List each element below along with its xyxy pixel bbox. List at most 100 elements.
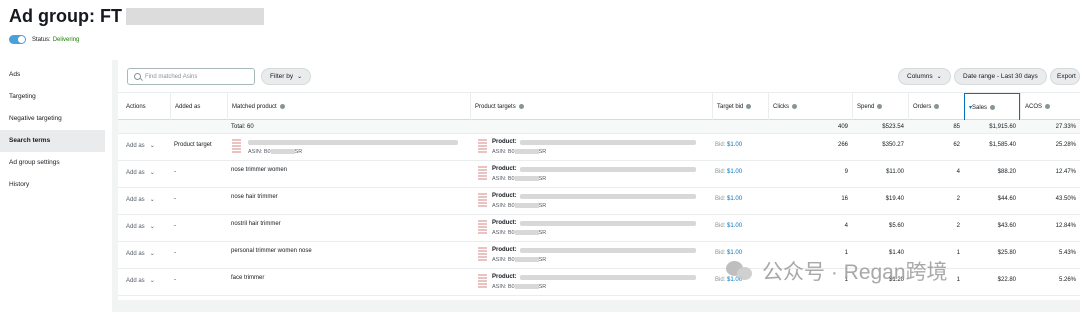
- sidebar-item-ads[interactable]: Ads: [0, 64, 105, 86]
- sales-cell: $88.20: [997, 169, 1016, 175]
- info-icon: [746, 103, 752, 109]
- export-button[interactable]: Export: [1050, 68, 1080, 85]
- chevron-down-icon: ⌄: [149, 143, 155, 149]
- redacted-name-block: [125, 8, 264, 25]
- product-label: Product:: [492, 274, 517, 280]
- add-as-dropdown[interactable]: Add as ⌄: [126, 277, 155, 284]
- sales-cell: $25.80: [997, 250, 1016, 256]
- watermark: 公众号 · Regan跨境: [726, 256, 948, 286]
- added-as-cell: -: [174, 250, 176, 256]
- orders-cell: 4: [956, 169, 960, 175]
- product-thumbnail: [232, 139, 241, 153]
- add-as-dropdown[interactable]: Add as ⌄: [126, 250, 155, 257]
- redacted-product-title: [248, 140, 458, 145]
- matched-asin: ASIN: B0 SR: [248, 149, 303, 155]
- status-label: Status:: [32, 36, 51, 43]
- header-target-bid[interactable]: Target bid: [712, 93, 768, 121]
- search-icon: [134, 73, 141, 80]
- watermark-text: 公众号 · Regan跨境: [762, 261, 948, 284]
- clicks-cell: 266: [837, 142, 848, 148]
- redacted-product-title: [520, 140, 696, 145]
- totals-clicks: 409: [837, 124, 848, 130]
- target-asin: ASIN: B0 SR: [492, 203, 547, 209]
- target-asin: ASIN: B0 SR: [492, 257, 547, 263]
- header-acos[interactable]: ACOS: [1020, 93, 1080, 121]
- header-sales[interactable]: ▾Sales: [964, 93, 1020, 121]
- totals-spend: $523.54: [882, 124, 904, 130]
- sales-cell: $44.60: [997, 196, 1016, 202]
- columns-label: Columns: [907, 73, 933, 80]
- clicks-cell: 9: [844, 169, 848, 175]
- page-title-text: Ad group: FT: [9, 6, 122, 26]
- acos-cell: 5.26%: [1058, 277, 1076, 283]
- add-as-dropdown[interactable]: Add as ⌄: [126, 169, 155, 176]
- chevron-down-icon: ⌄: [149, 251, 155, 257]
- acos-cell: 43.50%: [1055, 196, 1076, 202]
- date-range-label: Date range - Last 30 days: [963, 73, 1038, 80]
- spend-cell: $5.60: [888, 223, 904, 229]
- target-asin: ASIN: B0 SR: [492, 284, 547, 290]
- added-as-cell: -: [174, 223, 176, 229]
- info-icon: [518, 103, 524, 109]
- header-product-targets[interactable]: Product targets: [470, 93, 712, 121]
- sales-cell: $1,585.40: [989, 142, 1016, 148]
- target-bid[interactable]: Bid: $1.00: [715, 223, 742, 229]
- sidebar-item-negative-targeting[interactable]: Negative targeting: [0, 108, 105, 130]
- chevron-down-icon: ⌄: [936, 74, 942, 80]
- product-thumbnail: [478, 193, 487, 207]
- orders-cell: 2: [956, 223, 960, 229]
- matched-search-term: nostril hair trimmer: [231, 221, 281, 227]
- sidebar-item-targeting[interactable]: Targeting: [0, 86, 105, 108]
- acos-cell: 5.43%: [1058, 250, 1076, 256]
- product-thumbnail: [478, 139, 487, 153]
- date-range-button[interactable]: Date range - Last 30 days: [954, 68, 1047, 85]
- wechat-logo-icon: [726, 258, 756, 284]
- search-input[interactable]: Find matched Asins: [127, 68, 255, 85]
- matched-search-term: personal trimmer women nose: [231, 248, 312, 254]
- table-row: Add as ⌄ - nose hair trimmer Product: ASIN: B…: [118, 188, 1080, 215]
- acos-cell: 12.47%: [1055, 169, 1076, 175]
- table-row: Add as ⌄ Product target ASIN: B0 SR Product: A…: [118, 134, 1080, 161]
- spend-cell: $19.40: [885, 196, 904, 202]
- add-as-dropdown[interactable]: Add as ⌄: [126, 223, 155, 230]
- export-label: Export: [1057, 73, 1076, 80]
- spend-cell: $11.00: [886, 169, 904, 175]
- chevron-down-icon: ⌄: [149, 197, 155, 203]
- header-orders[interactable]: Orders: [908, 93, 964, 121]
- status-toggle[interactable]: [9, 35, 26, 44]
- target-bid[interactable]: Bid: $1.00: [715, 196, 742, 202]
- sidebar-item-ad-group-settings[interactable]: Ad group settings: [0, 152, 105, 174]
- spend-cell: $350.27: [882, 142, 904, 148]
- status-value: Delivering: [52, 36, 80, 43]
- product-label: Product:: [492, 193, 517, 199]
- orders-cell: 62: [953, 142, 960, 148]
- redacted-product-title: [520, 275, 696, 280]
- target-asin: ASIN: B0 SR: [492, 230, 547, 236]
- product-label: Product:: [492, 247, 517, 253]
- add-as-dropdown[interactable]: Add as ⌄: [126, 142, 155, 149]
- target-bid[interactable]: Bid: $1.00: [715, 142, 742, 148]
- sidebar-item-history[interactable]: History: [0, 174, 105, 196]
- sales-cell: $22.80: [997, 277, 1016, 283]
- header-matched-product[interactable]: Matched product: [227, 93, 470, 121]
- totals-acos: 27.33%: [1055, 124, 1076, 130]
- info-icon: [877, 103, 883, 109]
- sidebar-item-search-terms[interactable]: Search terms: [0, 130, 105, 152]
- added-as-cell: -: [174, 196, 176, 202]
- chevron-down-icon: ⌄: [149, 224, 155, 230]
- add-as-dropdown[interactable]: Add as ⌄: [126, 196, 155, 203]
- acos-cell: 25.28%: [1055, 142, 1076, 148]
- header-clicks[interactable]: Clicks: [768, 93, 852, 121]
- orders-cell: 2: [956, 196, 960, 202]
- info-icon: [990, 104, 996, 110]
- filter-button[interactable]: Filter by ⌄: [261, 68, 312, 85]
- product-thumbnail: [478, 166, 487, 180]
- header-spend[interactable]: Spend: [852, 93, 908, 121]
- columns-button[interactable]: Columns ⌄: [898, 68, 951, 85]
- product-thumbnail: [478, 274, 487, 288]
- sidebar: Ads Targeting Negative targeting Search …: [0, 60, 112, 312]
- info-icon: [934, 103, 940, 109]
- redacted-product-title: [520, 167, 696, 172]
- target-bid[interactable]: Bid: $1.00: [715, 169, 742, 175]
- totals-row: Total: 60 409 $523.54 85 $1,915.60 27.33…: [118, 120, 1080, 134]
